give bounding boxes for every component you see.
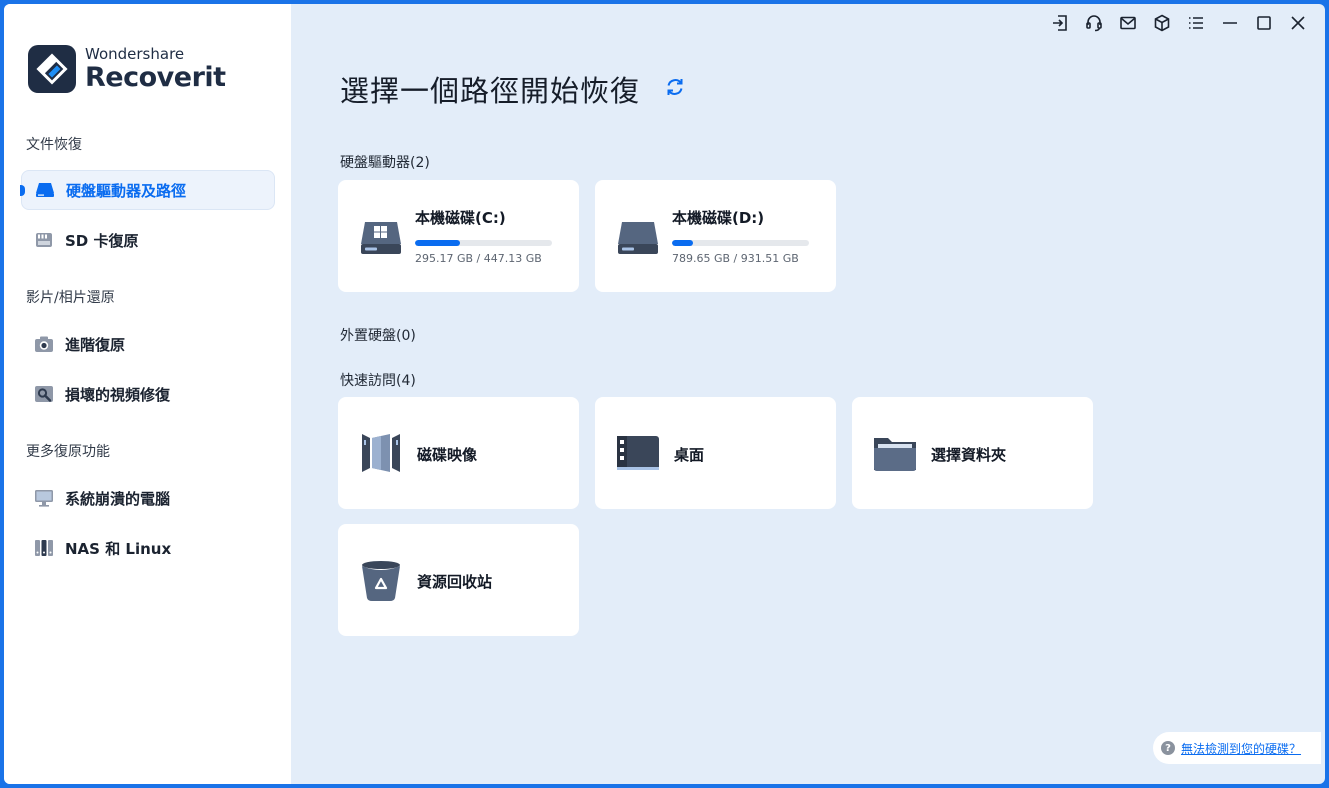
hard-drives-heading: 硬盤驅動器(2) [340,155,430,171]
sidebar-item-label: NAS 和 Linux [65,539,172,558]
quick-access-desktop[interactable]: 桌面 [595,397,836,509]
desktop-icon [615,430,661,476]
feedback-button[interactable] [1111,14,1145,36]
quick-access-label: 磁碟映像 [417,446,478,464]
maximize-button[interactable] [1247,14,1281,36]
help-link-text: 無法檢測到您的硬碟？ [1181,741,1302,756]
drive-name: 本機磁碟(D:) [672,209,765,227]
minimize-icon [1221,14,1239,36]
app-window: Wondershare Recoverit 文件恢復 硬盤驅動器及路徑 SD 卡… [4,4,1325,784]
recycle-bin-icon [358,557,404,603]
section-label-more-features: 更多復原功能 [26,444,110,460]
quick-access-recycle-bin[interactable]: 資源回收站 [338,524,579,636]
refresh-button[interactable] [664,76,686,98]
folder-icon [872,430,918,476]
maximize-icon [1255,14,1273,36]
sidebar: Wondershare Recoverit 文件恢復 硬盤驅動器及路徑 SD 卡… [4,4,291,784]
sidebar-item-label: SD 卡復原 [65,231,139,250]
hard-drive-icon [34,179,56,201]
recoverit-logo-icon [28,45,76,93]
close-button[interactable] [1281,14,1315,36]
login-icon [1051,14,1069,36]
drive-icon [615,214,661,260]
login-button[interactable] [1043,14,1077,36]
drive-usage-bar [415,240,552,246]
drive-size: 789.65 GB / 931.51 GB [672,252,799,265]
drive-card-c[interactable]: 本機磁碟(C:) 295.17 GB / 447.13 GB [338,180,579,292]
sidebar-item-crashed-computer[interactable]: 系統崩潰的電腦 [21,478,275,518]
sidebar-item-nas-linux[interactable]: NAS 和 Linux [21,528,275,568]
refresh-icon [664,79,686,102]
minimize-button[interactable] [1213,14,1247,36]
section-label-video-photo: 影片/相片還原 [26,290,115,306]
sidebar-item-label: 進階復原 [65,335,126,354]
quick-access-disk-image[interactable]: 磁碟映像 [338,397,579,509]
sidebar-item-video-repair[interactable]: 損壞的視頻修復 [21,374,275,414]
drive-usage-bar [672,240,809,246]
external-drives-heading: 外置硬盤(0) [340,328,416,344]
help-link-undetected-drive[interactable]: ? 無法檢測到您的硬碟？ [1153,732,1321,764]
product-name: Recoverit [85,62,226,93]
camera-icon [33,333,55,355]
page-title: 選擇一個路徑開始恢復 [340,74,641,108]
computer-monitor-icon [33,487,55,509]
quick-access-label: 選擇資料夾 [931,446,1007,464]
mail-icon [1119,14,1137,36]
sidebar-item-hard-drives[interactable]: 硬盤驅動器及路徑 [20,170,275,210]
drive-usage-fill [415,240,461,246]
app-logo: Wondershare Recoverit [28,45,226,93]
title-bar-controls [1043,14,1315,36]
menu-list-icon [1187,14,1205,36]
menu-button[interactable] [1179,14,1213,36]
sidebar-item-sd-card[interactable]: SD 卡復原 [21,220,275,260]
brand-name: Wondershare [85,45,185,63]
sidebar-item-label: 硬盤驅動器及路徑 [66,181,187,200]
cube-icon [1153,14,1171,36]
drive-usage-fill [672,240,693,246]
close-icon [1289,14,1307,36]
nas-server-icon [33,537,55,559]
drive-card-d[interactable]: 本機磁碟(D:) 789.65 GB / 931.51 GB [595,180,836,292]
question-icon: ? [1161,741,1175,755]
sidebar-item-advanced-recovery[interactable]: 進階復原 [21,324,275,364]
support-button[interactable] [1077,14,1111,36]
sidebar-item-label: 系統崩潰的電腦 [65,489,171,508]
section-label-file-recovery: 文件恢復 [26,137,82,153]
toolkit-button[interactable] [1145,14,1179,36]
windows-drive-icon [358,214,404,260]
quick-access-select-folder[interactable]: 選擇資料夾 [852,397,1093,509]
drive-name: 本機磁碟(C:) [415,209,506,227]
headset-icon [1085,14,1103,36]
quick-access-label: 資源回收站 [417,573,493,591]
drive-size: 295.17 GB / 447.13 GB [415,252,542,265]
quick-access-label: 桌面 [674,446,705,464]
video-repair-icon [33,383,55,405]
sd-card-icon [33,229,55,251]
active-indicator [20,185,25,196]
quick-access-heading: 快速訪問(4) [340,373,416,389]
disk-image-icon [358,430,404,476]
sidebar-item-label: 損壞的視頻修復 [65,385,171,404]
